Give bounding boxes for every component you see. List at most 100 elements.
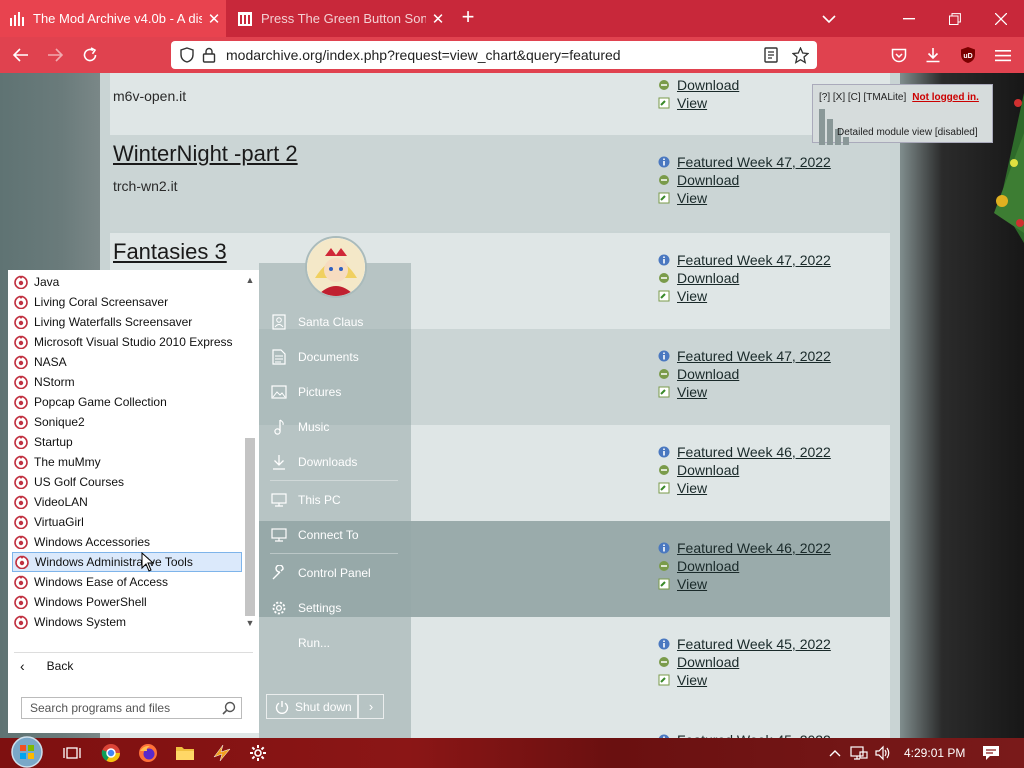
start-menu-place-item[interactable]: Downloads <box>270 450 400 474</box>
downloads-icon[interactable] <box>920 42 946 68</box>
reader-view-icon[interactable] <box>762 46 780 64</box>
forward-arrow-icon[interactable] <box>42 42 68 68</box>
view-link[interactable]: View <box>677 287 707 305</box>
download-link[interactable]: Download <box>677 76 739 94</box>
download-link[interactable]: Download <box>677 653 739 671</box>
program-folder-item[interactable]: VideoLAN <box>12 492 242 512</box>
start-menu-place-item[interactable]: Santa Claus <box>270 310 400 334</box>
featured-week-link[interactable]: Featured Week 47, 2022 <box>677 251 831 269</box>
download-link[interactable]: Download <box>677 365 739 383</box>
user-icon <box>270 313 288 331</box>
action-center-icon[interactable] <box>979 741 1003 765</box>
close-tab-icon[interactable]: ✕ <box>426 10 450 28</box>
program-folder-icon <box>14 435 28 449</box>
view-link[interactable]: View <box>677 479 707 497</box>
start-menu-place-item[interactable]: Pictures <box>270 380 400 404</box>
search-input[interactable]: Search programs and files <box>21 697 242 719</box>
program-folder-item[interactable]: Sonique2 <box>12 412 242 432</box>
volume-icon[interactable] <box>871 741 895 765</box>
place-label: Santa Claus <box>298 315 364 329</box>
program-folder-item[interactable]: Microsoft Visual Studio 2010 Express <box>12 332 242 352</box>
program-folder-item[interactable]: Living Waterfalls Screensaver <box>12 312 242 332</box>
connect-to-icon <box>270 526 288 544</box>
start-menu-place-item[interactable]: Music <box>270 415 400 439</box>
user-avatar[interactable] <box>305 236 367 298</box>
tma-links[interactable]: [?] [X] [C] [TMALite] <box>819 92 906 103</box>
hamburger-menu-icon[interactable] <box>990 42 1016 68</box>
program-folder-item[interactable]: Startup <box>12 432 242 452</box>
program-folder-item[interactable]: Popcap Game Collection <box>12 392 242 412</box>
view-link[interactable]: View <box>677 189 707 207</box>
address-bar[interactable]: modarchive.org/index.php?request=view_ch… <box>171 41 817 69</box>
program-folder-item[interactable]: The muMmy <box>12 452 242 472</box>
back-arrow-icon[interactable] <box>8 42 34 68</box>
close-tab-icon[interactable]: ✕ <box>202 10 226 28</box>
chrome-icon[interactable] <box>99 741 123 765</box>
download-link[interactable]: Download <box>677 557 739 575</box>
download-link[interactable]: Download <box>677 269 739 287</box>
lock-icon[interactable] <box>200 46 218 64</box>
program-folder-item[interactable]: Windows Ease of Access <box>12 572 242 592</box>
program-folder-item[interactable]: Living Coral Screensaver <box>12 292 242 312</box>
start-menu-place-item[interactable]: Control Panel <box>270 561 400 585</box>
network-icon[interactable] <box>847 741 871 765</box>
start-orb-icon[interactable] <box>9 734 45 768</box>
start-menu-place-item[interactable]: This PC <box>270 488 400 512</box>
featured-week-link[interactable]: Featured Week 47, 2022 <box>677 153 831 171</box>
module-title-link[interactable]: WinterNight -part 2 <box>113 141 298 167</box>
ublock-shield-icon[interactable]: uD <box>955 42 981 68</box>
back-button[interactable]: ‹ Back <box>16 658 73 674</box>
program-folder-item[interactable]: Windows Administrative Tools <box>12 552 242 572</box>
start-menu-place-item[interactable]: Documents <box>270 345 400 369</box>
start-menu-place-item[interactable]: Connect To <box>270 523 400 547</box>
scroll-down-icon[interactable]: ▼ <box>245 618 255 628</box>
control-panel-icon <box>270 564 288 582</box>
shut-down-options-button[interactable]: › <box>358 694 384 719</box>
file-explorer-icon[interactable] <box>173 741 197 765</box>
reload-icon[interactable] <box>77 42 103 68</box>
restore-button[interactable] <box>932 0 978 37</box>
firefox-icon[interactable] <box>136 741 160 765</box>
tab-title: The Mod Archive v4.0b - A distr <box>33 11 202 26</box>
scrollbar-thumb[interactable] <box>245 438 255 616</box>
program-folder-item[interactable]: NASA <box>12 352 242 372</box>
program-folder-item[interactable]: Windows System <box>12 612 242 632</box>
start-menu-place-item[interactable]: Run... <box>270 631 400 655</box>
pocket-icon[interactable] <box>886 42 912 68</box>
program-folder-item[interactable]: Java <box>12 272 242 292</box>
login-status-link[interactable]: Not logged in. <box>912 92 979 103</box>
program-folder-item[interactable]: US Golf Courses <box>12 472 242 492</box>
start-menu-place-item[interactable]: Settings <box>270 596 400 620</box>
close-window-button[interactable] <box>978 0 1024 37</box>
download-link[interactable]: Download <box>677 171 739 189</box>
featured-week-link[interactable]: Featured Week 46, 2022 <box>677 443 831 461</box>
show-hidden-icons-chevron-icon[interactable] <box>823 741 847 765</box>
taskbar-clock[interactable]: 4:29:01 PM <box>904 746 965 760</box>
module-title-link[interactable]: Fantasies 3 <box>113 239 227 265</box>
scroll-up-icon[interactable]: ▲ <box>245 275 255 285</box>
view-link[interactable]: View <box>677 94 707 112</box>
settings-gear-icon[interactable] <box>246 741 270 765</box>
featured-week-link[interactable]: Featured Week 46, 2022 <box>677 539 831 557</box>
featured-week-link[interactable]: Featured Week 45, 2022 <box>677 635 831 653</box>
task-view-icon[interactable] <box>60 741 84 765</box>
tab-green-button[interactable]: Press The Green Button Songs ✕ <box>228 0 450 37</box>
tracking-shield-icon[interactable] <box>178 46 196 64</box>
new-tab-button[interactable]: + <box>456 6 480 30</box>
view-link[interactable]: View <box>677 383 707 401</box>
view-link[interactable]: View <box>677 671 707 689</box>
minimize-button[interactable] <box>886 0 932 37</box>
program-folder-item[interactable]: NStorm <box>12 372 242 392</box>
shut-down-button[interactable]: Shut down <box>266 694 358 719</box>
view-link[interactable]: View <box>677 575 707 593</box>
program-folder-item[interactable]: Windows Accessories <box>12 532 242 552</box>
bookmark-star-icon[interactable] <box>791 46 809 64</box>
tab-modarchive[interactable]: The Mod Archive v4.0b - A distr ✕ <box>0 0 226 37</box>
program-folder-item[interactable]: VirtuaGirl <box>12 512 242 532</box>
featured-week-link[interactable]: Featured Week 47, 2022 <box>677 347 831 365</box>
download-link[interactable]: Download <box>677 461 739 479</box>
program-folder-item[interactable]: Windows PowerShell <box>12 592 242 612</box>
program-folder-icon <box>15 555 29 569</box>
list-tabs-chevron-icon[interactable] <box>806 0 852 37</box>
winamp-lightning-icon[interactable] <box>210 741 234 765</box>
